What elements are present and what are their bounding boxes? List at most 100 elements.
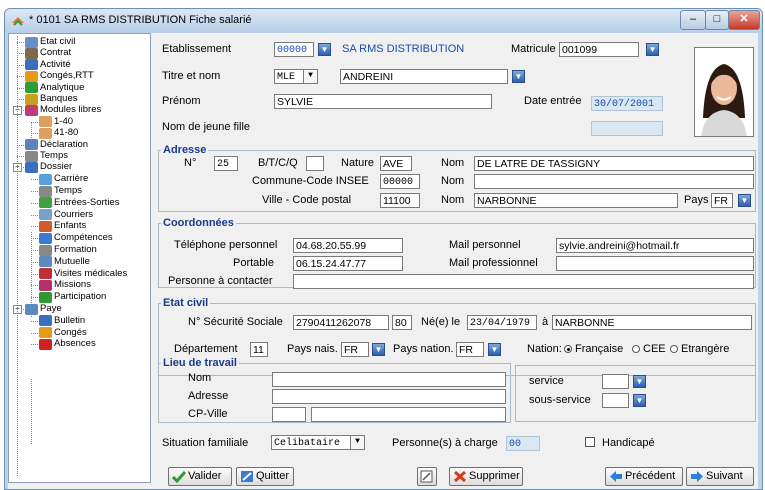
navigation-tree[interactable]: Etat civil Contrat Activité Congés,RTT Analy… [8,33,151,483]
tree-item[interactable]: 1-40 [39,116,73,128]
nom-field[interactable]: ANDREINI [340,69,508,84]
pays-lookup-button[interactable]: ▼ [738,194,751,207]
prenom-field[interactable]: SYLVIE [274,94,492,109]
suivant-button[interactable]: Suivant [686,467,754,486]
tree-item[interactable]: Déclaration [25,139,88,151]
valider-label: Valider [188,470,222,482]
date-entree-field[interactable]: 30/07/2001 [591,96,663,111]
employee-window: * 0101 SA RMS DISTRIBUTION Fiche salarié… [4,8,763,490]
charge-field[interactable]: 00 [506,436,540,451]
tree-item[interactable]: Modules libres [25,104,101,116]
etablissement-lookup-button[interactable]: ▼ [318,43,331,56]
clock-icon [39,185,52,197]
tree-item[interactable]: Activité [25,59,71,71]
lieu-nom-label: Nom [188,372,212,384]
contact-field[interactable] [293,274,754,289]
title-bar[interactable]: * 0101 SA RMS DISTRIBUTION Fiche salarié… [5,9,762,33]
sous-service-field[interactable] [602,393,629,408]
supprimer-button[interactable]: Supprimer [449,467,523,486]
ville-field[interactable]: NARBONNE [474,193,678,208]
tree-connector [31,273,38,275]
skills-icon [39,232,52,244]
tree-item[interactable]: Courriers [39,209,93,221]
tree-item[interactable]: Congés [39,327,87,339]
tree-item[interactable]: Dossier [25,161,72,173]
commune-field[interactable]: 00000 [380,174,420,189]
portable-field[interactable]: 06.15.24.47.77 [293,256,403,271]
tree-item[interactable]: Entrées-Sorties [39,197,119,209]
nation-label: Nation: [527,343,562,355]
ville-cp-label: Ville - Code postal [262,194,352,206]
lieu-nom-field[interactable] [272,372,506,387]
tree-item[interactable]: Absences [39,338,96,350]
tree-item[interactable]: Etat civil [25,36,76,48]
tree-item-label: Courriers [54,208,94,220]
lieu-cp-field[interactable] [272,407,306,422]
tree-item[interactable]: Congés,RTT [25,70,94,82]
tree-item[interactable]: Temps [39,185,82,197]
tree-connector [17,76,24,78]
secu-field[interactable]: 2790411262078 [293,315,389,330]
check-icon [172,470,186,483]
matricule-lookup-button[interactable]: ▼ [646,43,659,56]
quitter-button[interactable]: Quitter [236,467,294,486]
voie-nom-field[interactable]: DE LATRE DE TASSIGNY [474,156,754,171]
tree-item[interactable]: Bulletin [39,315,85,327]
nation-francaise-radio[interactable] [564,345,572,353]
tree-item[interactable]: Participation [39,291,106,303]
btcq-field[interactable] [306,156,324,171]
tree-item[interactable]: Missions [39,279,91,291]
sous-service-lookup-button[interactable]: ▼ [633,394,646,407]
secu-key-field[interactable]: 80 [392,315,412,330]
tree-item[interactable]: Contrat [25,47,71,59]
tree-item[interactable]: Analytique [25,82,84,94]
tree-item[interactable]: Mutuelle [39,256,90,268]
situation-select[interactable]: Celibataire ▼ [271,435,365,450]
print-button[interactable] [417,467,437,486]
nature-field[interactable]: AVE [380,156,412,171]
nom-lookup-button[interactable]: ▼ [512,70,525,83]
nation-cee-radio[interactable] [632,345,640,353]
departement-field[interactable]: 11 [250,342,268,357]
handicape-checkbox[interactable] [585,437,595,447]
valider-button[interactable]: Valider [168,467,232,486]
chevron-down-icon[interactable]: ▼ [350,436,364,449]
code-postal-field[interactable]: 11100 [380,193,420,208]
nom2-field[interactable] [474,174,754,189]
lieu-adresse-field[interactable] [272,389,506,404]
mail-pro-field[interactable] [556,256,754,271]
pays-nais-field[interactable]: FR [341,342,369,357]
pays-nation-field[interactable]: FR [456,342,484,357]
maximize-button[interactable]: □ [705,10,729,30]
numero-field[interactable]: 25 [214,156,238,171]
telephone-field[interactable]: 04.68.20.55.99 [293,238,403,253]
pays-nation-lookup-button[interactable]: ▼ [488,343,501,356]
tree-item[interactable]: Compétences [39,232,113,244]
close-button[interactable]: ✕ [728,10,760,30]
pays-nais-lookup-button[interactable]: ▼ [372,343,385,356]
titre-select[interactable]: MLE ▼ [274,69,318,84]
nation-etrangere-radio[interactable] [670,345,678,353]
tree-item[interactable]: Carrière [39,173,88,185]
date-naissance-field[interactable]: 23/04/1979 [467,315,537,330]
lieu-naissance-field[interactable]: NARBONNE [552,315,752,330]
service-field[interactable] [602,374,629,389]
tree-item-label: Mutuelle [54,255,90,267]
tree-item[interactable]: Visites médicales [39,268,127,280]
contract-icon [25,47,38,59]
tree-item[interactable]: Formation [39,244,97,256]
nom-jeune-fille-field[interactable] [591,121,663,136]
precedent-button[interactable]: Précédent [605,467,683,486]
tree-item[interactable]: Enfants [39,220,86,232]
tree-item[interactable]: Temps [25,150,68,162]
service-lookup-button[interactable]: ▼ [633,375,646,388]
mail-perso-field[interactable]: sylvie.andreini@hotmail.fr [556,238,754,253]
pays-field[interactable]: FR [711,193,733,208]
matricule-field[interactable]: 001099 [559,42,639,57]
chevron-down-icon[interactable]: ▼ [303,70,317,83]
tree-item[interactable]: Banques [25,93,78,105]
lieu-ville-field[interactable] [311,407,506,422]
minimize-button[interactable]: – [680,10,706,30]
tree-item[interactable]: 41-80 [39,127,78,139]
etablissement-code-field[interactable]: 00000 [274,42,314,57]
